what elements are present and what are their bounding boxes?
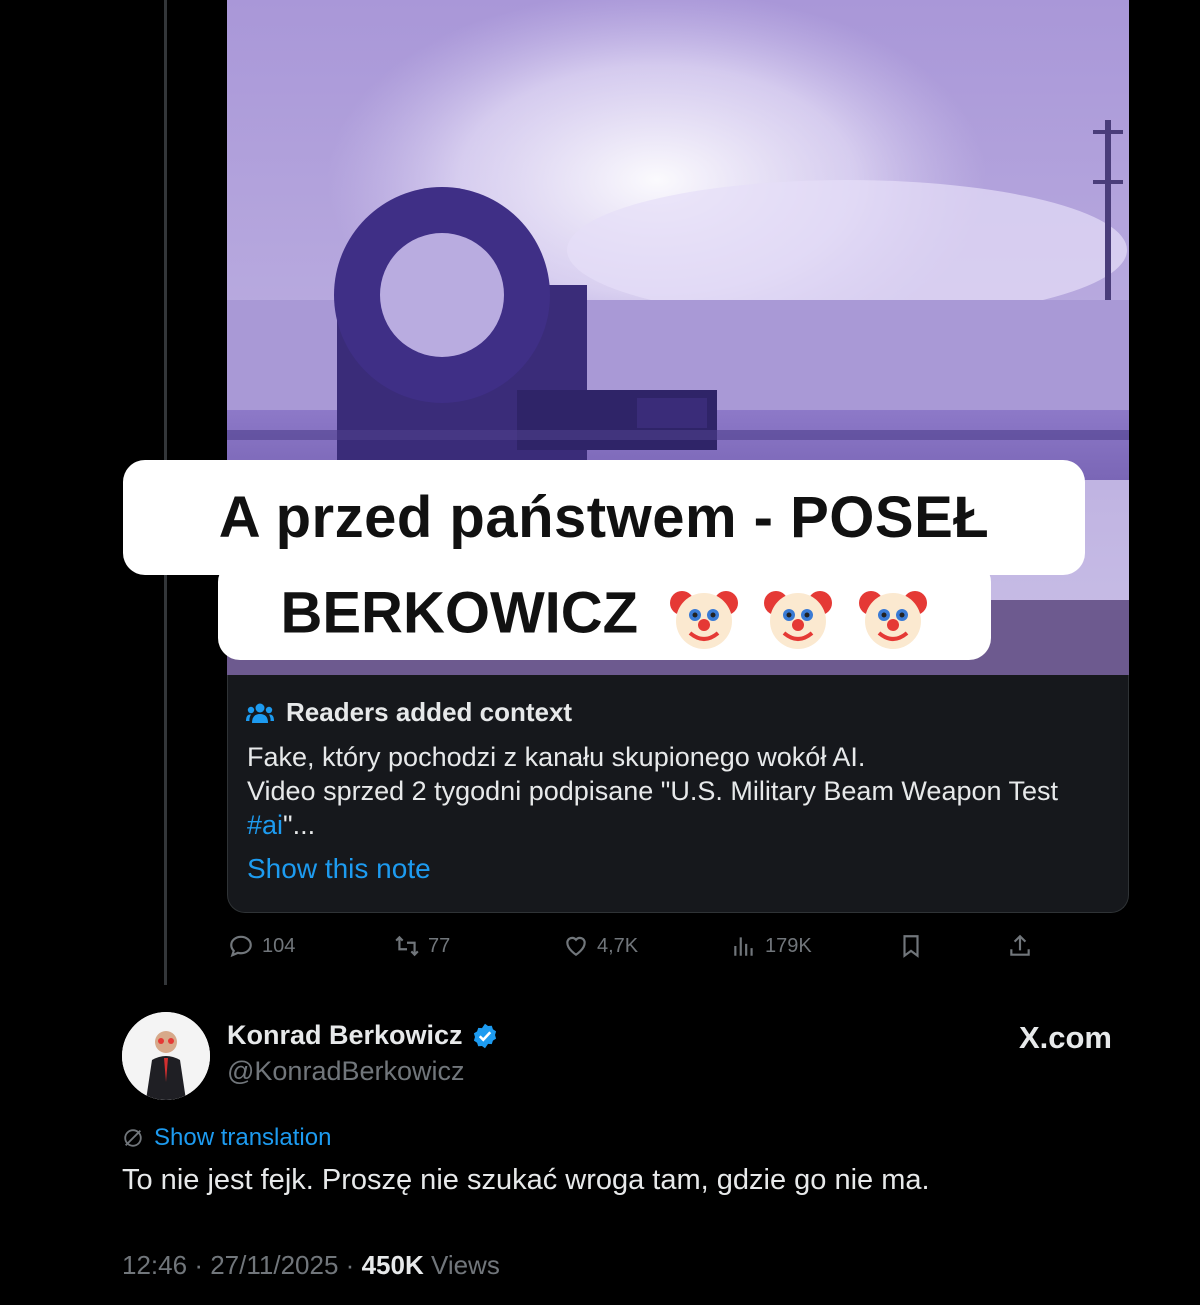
clown-emoji-icon: [764, 591, 833, 650]
author-name-row: Konrad Berkowicz: [227, 1020, 499, 1051]
reply-count: 104: [262, 934, 296, 957]
view-count: 179K: [765, 934, 812, 957]
share-icon: [1010, 934, 1030, 956]
repost-button[interactable]: 77: [394, 928, 450, 964]
tweet-meta: 12:46 · 27/11/2025 · 450K Views: [122, 1250, 500, 1281]
views-button[interactable]: 179K: [731, 928, 812, 964]
show-translation-label: Show translation: [154, 1124, 332, 1151]
caption-line-1: A przed państwem - POSEŁ: [123, 460, 1085, 575]
avatar-image: [122, 1012, 210, 1100]
clown-emoji-icon: [858, 591, 927, 650]
separator-dot: ·: [345, 1250, 355, 1280]
author-name[interactable]: Konrad Berkowicz: [227, 1020, 463, 1051]
bookmark-icon: [903, 935, 919, 958]
reply-button[interactable]: 104: [228, 928, 295, 964]
people-icon: [246, 703, 274, 723]
note-body-tail: "...: [283, 810, 316, 840]
note-body-line-1: Fake, który pochodzi z kanału skupionego…: [247, 742, 866, 772]
note-hashtag-link[interactable]: #ai: [247, 810, 283, 840]
clown-emoji-icon: [670, 591, 739, 650]
analytics-icon: [734, 937, 753, 956]
globe-icon: [124, 1129, 142, 1147]
reply-icon: [230, 935, 252, 958]
note-header-label: Readers added context: [286, 697, 573, 727]
author-handle[interactable]: @KonradBerkowicz: [227, 1056, 465, 1087]
verified-badge-icon: [473, 1023, 496, 1048]
repost-count: 77: [428, 934, 451, 957]
avatar[interactable]: [122, 1012, 210, 1100]
heart-icon: [566, 936, 586, 956]
caption-line-2: BERKOWICZ: [218, 560, 991, 660]
community-note: Readers added context Fake, który pochod…: [227, 675, 1129, 913]
show-note-link[interactable]: Show this note: [247, 853, 431, 885]
note-body: Fake, który pochodzi z kanału skupionego…: [247, 740, 1117, 842]
separator-dot: ·: [194, 1250, 203, 1280]
tweet-date[interactable]: 27/11/2025: [210, 1250, 338, 1280]
views-label: Views: [430, 1250, 500, 1280]
video-caption: A przed państwem - POSEŁ BERKOWICZ: [123, 460, 1085, 660]
tweet-text: To nie jest fejk. Proszę nie szukać wrog…: [122, 1164, 930, 1196]
share-button[interactable]: [1007, 928, 1033, 964]
tweet-time[interactable]: 12:46: [122, 1250, 187, 1280]
note-body-line-2: Video sprzed 2 tygodni podpisane "U.S. M…: [247, 776, 1059, 806]
brand-logo: X.com: [1018, 1020, 1112, 1055]
tweet-action-bar: 104 77 4,7K 179K: [0, 928, 1200, 964]
views-count: 450K: [361, 1250, 424, 1280]
show-translation-link[interactable]: Show translation: [122, 1124, 331, 1152]
repost-icon: [395, 935, 419, 957]
like-count: 4,7K: [597, 934, 639, 957]
bookmark-button[interactable]: [898, 928, 924, 964]
caption-line-2-text: BERKOWICZ: [280, 580, 639, 646]
like-button[interactable]: 4,7K: [563, 928, 638, 964]
note-header: Readers added context: [246, 697, 572, 728]
